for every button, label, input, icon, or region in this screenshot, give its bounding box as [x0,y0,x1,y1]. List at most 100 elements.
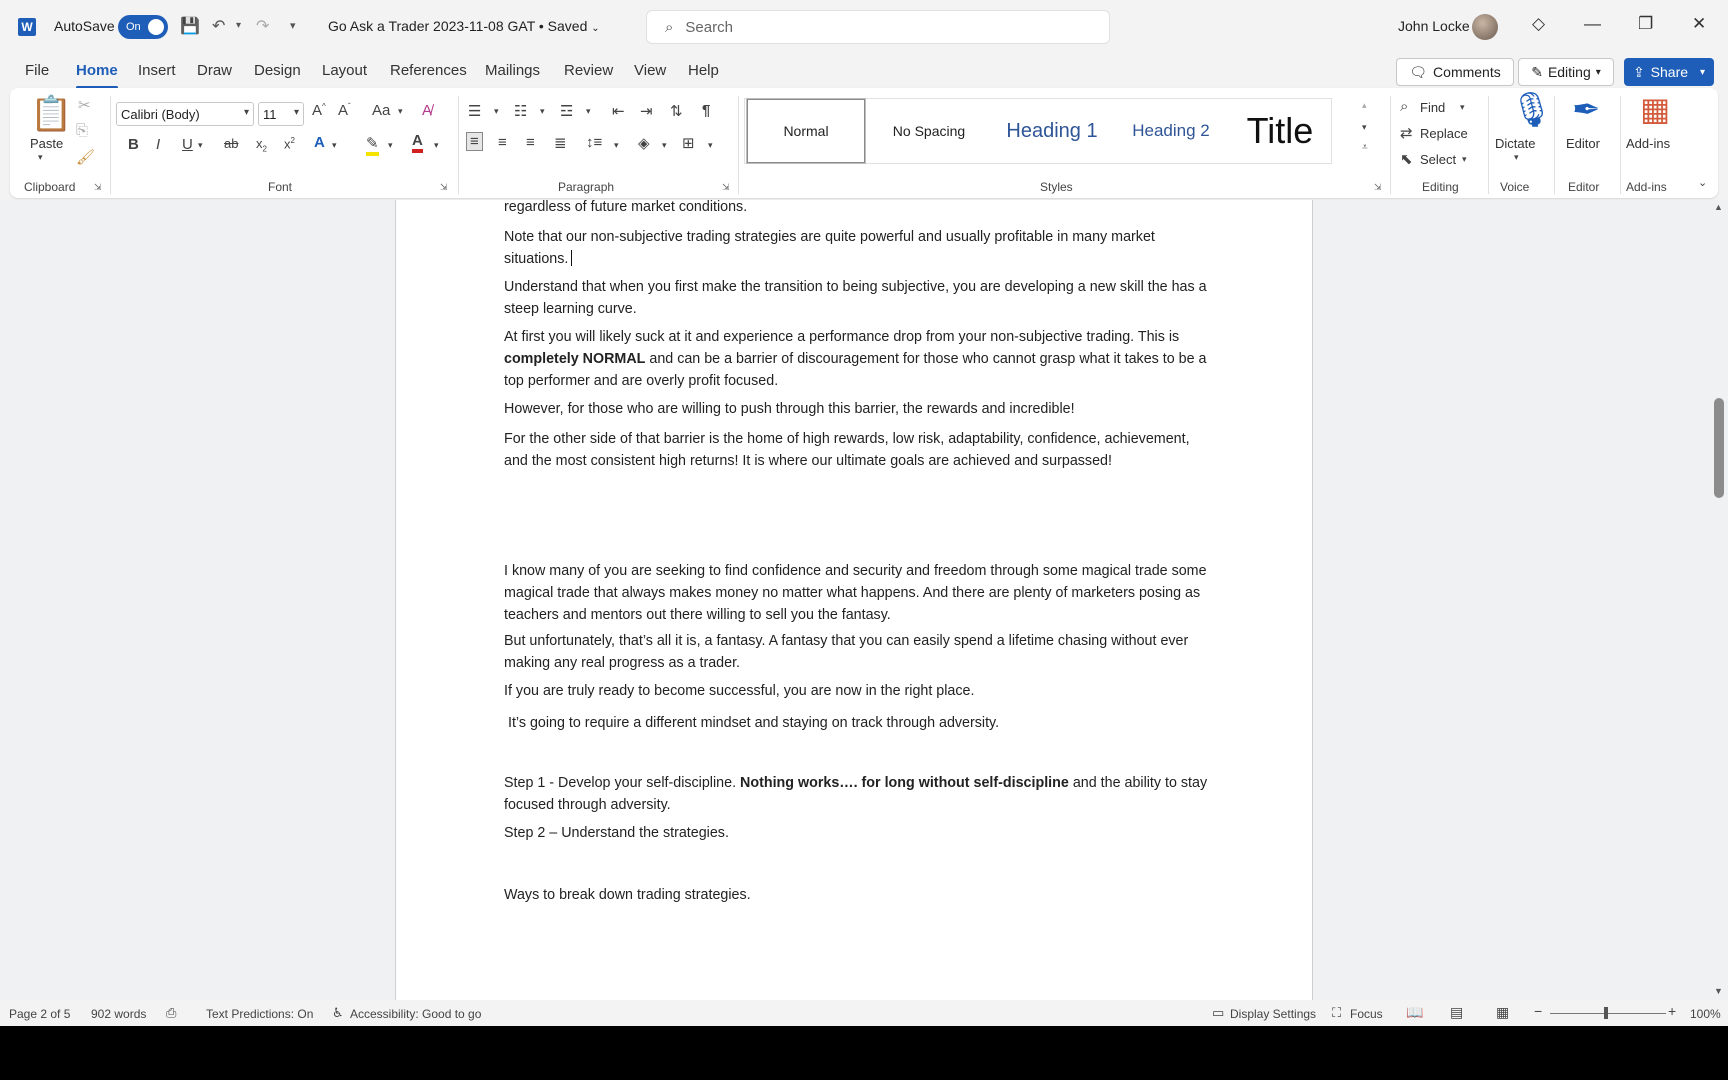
paragraph[interactable]: regardless of future market conditions. [504,200,1214,218]
tab-home[interactable]: Home [76,62,118,89]
avatar[interactable] [1472,14,1498,40]
dialog-launcher-icon[interactable]: ⇲ [722,182,730,193]
chevron-down-icon[interactable]: ▾ [198,140,203,151]
paragraph[interactable]: It’s going to require a different mindse… [504,712,1214,734]
bold-icon[interactable]: B [128,136,139,153]
vertical-scrollbar[interactable] [1712,200,1728,1000]
increase-indent-icon[interactable]: ⇥ [640,102,653,120]
copy-icon[interactable]: ⎘ [76,122,88,139]
scroll-down-icon[interactable]: ▼ [1714,986,1723,996]
tab-help[interactable]: Help [688,62,719,79]
document-canvas[interactable]: regardless of future market conditions. … [0,200,1712,1000]
font-name-combo[interactable]: Calibri (Body) ▾ [116,102,254,126]
shading-icon[interactable]: ◈ [638,134,650,152]
save-icon[interactable]: 💾 [180,16,200,36]
align-right-icon[interactable]: ≡ [526,134,535,151]
text-predictions[interactable]: Text Predictions: On [206,1007,313,1021]
chevron-down-icon[interactable]: ▾ [398,106,403,117]
paragraph[interactable]: Step 1 - Develop your self-discipline. N… [504,772,1214,816]
web-layout-icon[interactable]: ▦ [1496,1004,1509,1021]
styles-more-icon[interactable]: ⩡ [1362,142,1368,153]
accessibility-status[interactable]: Accessibility: Good to go [350,1007,481,1021]
word-count[interactable]: 902 words [91,1007,146,1021]
close-icon[interactable]: ✕ [1692,14,1706,34]
chevron-down-icon[interactable]: ▾ [388,140,393,151]
addins-grid-icon[interactable]: ▦ [1640,90,1670,128]
style-heading-1[interactable]: Heading 1 [991,99,1113,163]
scroll-up-icon[interactable]: ▲ [1714,202,1723,212]
zoom-level[interactable]: 100% [1690,1007,1721,1021]
tab-view[interactable]: View [634,62,666,79]
microphone-icon[interactable]: 🎙 [1510,90,1553,130]
subscript-icon[interactable]: x2 [256,136,267,154]
read-mode-icon[interactable]: 📖 [1406,1004,1423,1021]
superscript-icon[interactable]: x2 [284,136,295,151]
shrink-font-icon[interactable]: Aˇ [338,102,351,119]
paragraph[interactable]: For the other side of that barrier is th… [504,428,1214,472]
font-color-icon[interactable]: A [412,132,423,153]
tab-design[interactable]: Design [254,62,301,79]
zoom-in-icon[interactable]: + [1668,1003,1676,1019]
chevron-down-icon[interactable]: ▾ [494,106,499,117]
paste-icon[interactable]: 📋 [30,94,72,134]
editor-button[interactable]: Editor [1566,136,1600,151]
dialog-launcher-icon[interactable]: ⇲ [440,182,448,193]
chevron-down-icon[interactable]: ▾ [614,140,619,151]
chevron-down-icon[interactable]: ▾ [540,106,545,117]
styles-scroll-up-icon[interactable]: ▴ [1362,100,1367,111]
minimize-icon[interactable]: — [1584,14,1601,34]
undo-icon[interactable]: ↶ [212,16,225,36]
dictate-button[interactable]: Dictate [1495,136,1535,151]
comments-button[interactable]: 🗨 Comments [1396,58,1514,86]
zoom-slider-thumb[interactable] [1604,1007,1608,1019]
tab-layout[interactable]: Layout [322,62,367,79]
tab-mailings[interactable]: Mailings [485,62,540,79]
style-heading-2[interactable]: Heading 2 [1115,99,1227,163]
tab-draw[interactable]: Draw [197,62,232,79]
word-logo-icon[interactable]: W [18,18,36,36]
format-painter-icon[interactable]: 🖌 [76,148,95,166]
grow-font-icon[interactable]: A^ [312,102,326,119]
tab-review[interactable]: Review [564,62,613,79]
justify-icon[interactable]: ≣ [554,134,567,152]
paragraph[interactable]: At first you will likely suck at it and … [504,326,1214,392]
chevron-down-icon[interactable]: ▾ [708,140,713,151]
cut-icon[interactable]: ✂ [78,96,91,114]
chevron-down-icon[interactable]: ▾ [434,140,439,151]
paragraph[interactable]: But unfortunately, that’s all it is, a f… [504,630,1214,674]
proofing-icon[interactable]: ⎙ [166,1005,176,1021]
align-center-icon[interactable]: ≡ [498,134,507,151]
multilevel-list-icon[interactable]: ☲ [560,102,573,120]
highlight-icon[interactable]: ✎ [366,134,379,156]
document-title[interactable]: Go Ask a Trader 2023-11-08 GAT • Saved ⌄ [328,18,600,34]
display-settings[interactable]: Display Settings [1230,1007,1316,1021]
redo-icon[interactable]: ↷ [256,16,269,36]
chevron-down-icon[interactable]: ▾ [332,140,337,151]
undo-dropdown-icon[interactable]: ▾ [236,20,241,31]
editing-mode-button[interactable]: ✎ Editing ▾ [1518,58,1614,86]
document-page[interactable]: regardless of future market conditions. … [395,200,1313,1000]
styles-scroll-down-icon[interactable]: ▾ [1362,122,1367,133]
zoom-out-icon[interactable]: − [1534,1003,1542,1019]
italic-icon[interactable]: I [156,136,160,153]
page-count[interactable]: Page 2 of 5 [9,1007,70,1021]
focus-mode[interactable]: Focus [1350,1007,1383,1021]
paragraph[interactable]: If you are truly ready to become success… [504,680,1214,702]
dialog-launcher-icon[interactable]: ⇲ [1374,182,1382,193]
change-case-icon[interactable]: Aa [372,102,390,119]
style-no-spacing[interactable]: No Spacing [869,99,989,163]
zoom-slider[interactable] [1550,1013,1666,1014]
user-name[interactable]: John Locke [1398,18,1470,34]
text-effects-icon[interactable]: A [314,134,325,151]
search-input[interactable]: Search [685,19,733,36]
customize-toolbar-icon[interactable]: ▾ [290,19,296,32]
editor-pen-icon[interactable]: ✒ [1572,90,1601,130]
addins-button[interactable]: Add-ins [1626,136,1670,151]
chevron-down-icon[interactable]: ▾ [662,140,667,151]
paste-button[interactable]: Paste [30,136,63,151]
style-normal[interactable]: Normal [746,98,866,164]
tab-references[interactable]: References [390,62,467,79]
align-left-icon[interactable]: ≡ [466,132,483,151]
paragraph[interactable]: Note that our non-subjective trading str… [504,226,1214,270]
paragraph[interactable]: However, for those who are willing to pu… [504,398,1214,420]
